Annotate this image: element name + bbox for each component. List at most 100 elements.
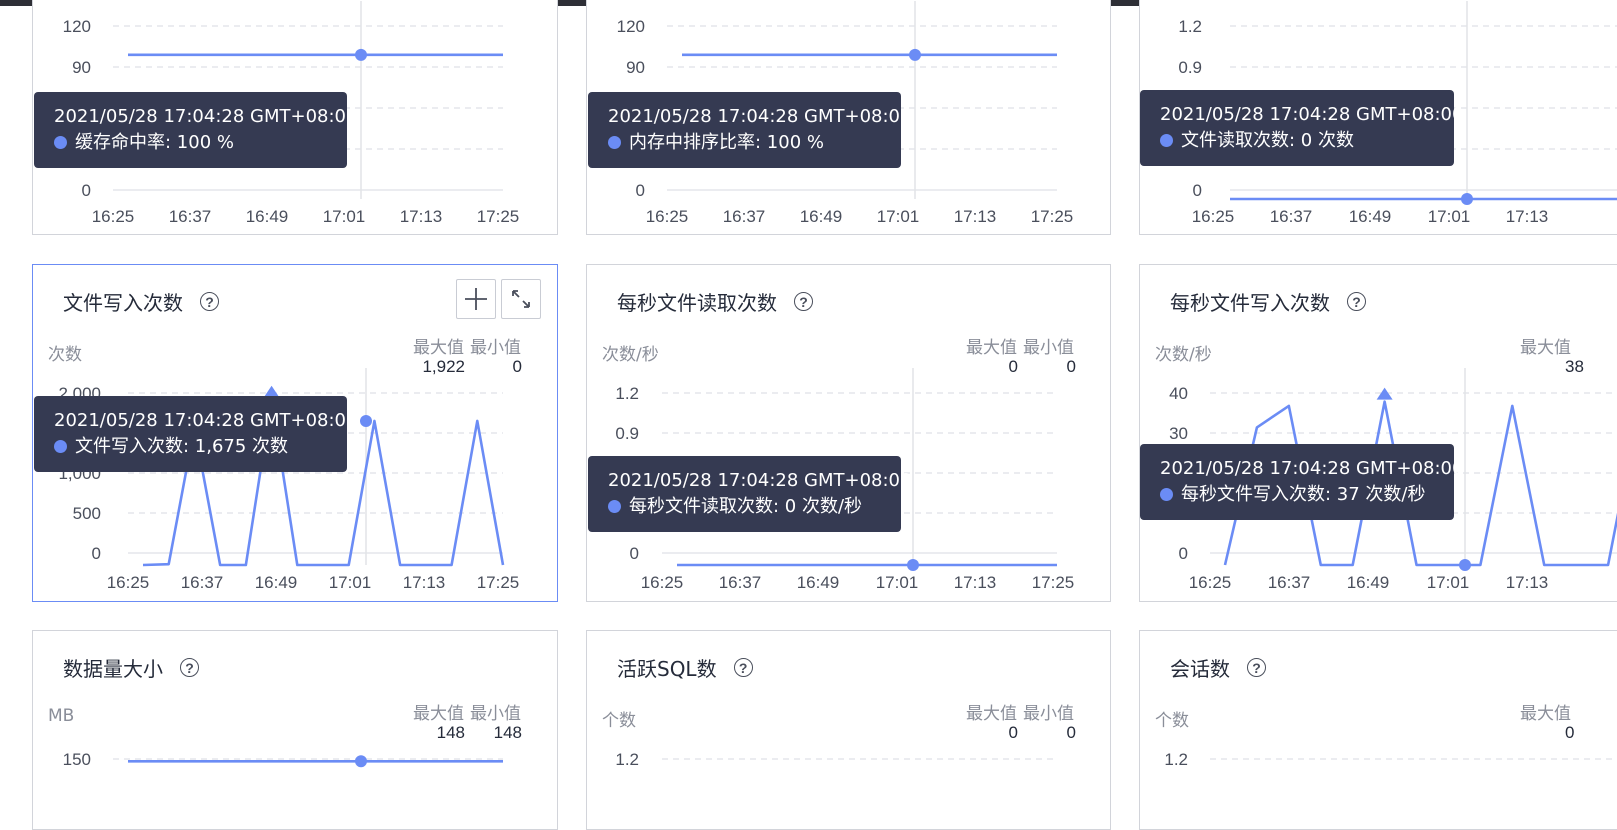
y-tick-label: 90 (72, 58, 91, 77)
x-tick-label: 16:25 (1192, 207, 1235, 226)
hover-point (1461, 193, 1473, 205)
x-tick-label: 16:25 (641, 573, 684, 592)
x-tick-label: 16:49 (1349, 207, 1392, 226)
x-tick-label: 16:25 (92, 207, 135, 226)
tooltip-series: 缓存命中率 (75, 132, 165, 153)
x-tick-label: 16:37 (169, 207, 212, 226)
series-dot-icon (54, 440, 67, 453)
x-tick-label: 17:01 (323, 207, 366, 226)
series-dot-icon (1160, 488, 1173, 501)
series-dot-icon (54, 136, 67, 149)
tooltip-time: 2021/05/28 17:04:28 GMT+08:00 (608, 106, 912, 127)
file-read-ps-chart: 1.2 0.9 016:25 16:37 16:49 17:01 17:13 17:25 (615, 368, 1075, 592)
x-tick-label: 17:25 (477, 207, 520, 226)
y-tick-label: 40 (1169, 384, 1188, 403)
chart-card-sessions[interactable]: 会话数 ? 个数 最大值 0 1.2 (1139, 630, 1617, 830)
chart-tooltip: 2021/05/28 17:04:28 GMT+08:00 内存中排序比率: 1… (588, 92, 912, 168)
chart-tooltip: 2021/05/28 17:04:28 GMT+08:00 文件写入次数: 1,… (34, 396, 358, 472)
tooltip-series: 每秒文件写入次数 (1181, 484, 1325, 505)
tooltip-time: 2021/05/28 17:04:28 GMT+08:00 (54, 410, 358, 431)
chart-tooltip: 2021/05/28 17:04:28 GMT+08:00 文件读取次数: 0 … (1140, 90, 1464, 166)
tooltip-time: 2021/05/28 17:04:28 GMT+08:00 (1160, 104, 1464, 125)
tooltip-value: 0 次数/秒 (784, 496, 863, 517)
tooltip-series: 每秒文件读取次数 (629, 496, 773, 517)
chart-card-data-size[interactable]: 数据量大小 ? MB 最大值 最小值 148 148 150 (32, 630, 558, 830)
file-write-ps-chart: 40 30 016:25 16:37 16:49 17:01 17:13 (1169, 368, 1617, 592)
x-tick-label: 16:49 (800, 207, 843, 226)
tooltip-value: 1,675 次数 (194, 436, 289, 457)
y-tick-label: 1.2 (615, 750, 639, 769)
sessions-chart: 1.2 (1164, 750, 1617, 769)
tooltip-value: 100 % (176, 132, 234, 153)
chart-card-file-read-ps[interactable]: 每秒文件读取次数 ? 次数/秒 最大值 最小值 0 0 1.2 0.9 0 16:25… (586, 264, 1111, 602)
hover-point (355, 755, 367, 768)
series-dot-icon (1160, 134, 1173, 147)
x-tick-label: 17:01 (877, 207, 920, 226)
chart-tooltip: 2021/05/28 17:04:28 GMT+08:00 缓存命中率: 100… (34, 92, 358, 168)
x-tick-label: 17:25 (477, 573, 520, 592)
tooltip-time: 2021/05/28 17:04:28 GMT+08:00 (608, 470, 912, 491)
tooltip-series: 内存中排序比率 (629, 132, 755, 153)
x-tick-label: 16:37 (1268, 573, 1311, 592)
x-tick-label: 17:01 (1427, 573, 1470, 592)
y-tick-label: 1.2 (1164, 750, 1188, 769)
chart-tooltip: 2021/05/28 17:04:28 GMT+08:00 每秒文件写入次数: … (1140, 444, 1464, 520)
y-tick-label: 120 (617, 17, 645, 36)
y-tick-label: 0.9 (615, 424, 639, 443)
data-size-chart: 150 (63, 750, 503, 769)
x-tick-label: 17:01 (1428, 207, 1471, 226)
hover-point (1459, 559, 1471, 571)
x-tick-label: 17:01 (329, 573, 372, 592)
x-tick-label: 16:25 (1189, 573, 1232, 592)
x-tick-label: 16:37 (1270, 207, 1313, 226)
x-tick-label: 17:01 (876, 573, 919, 592)
hover-point (909, 48, 921, 61)
tooltip-time: 2021/05/28 17:04:28 GMT+08:00 (1160, 458, 1464, 479)
tooltip-value: 37 次数/秒 (1336, 484, 1426, 505)
chart-card-active-sql[interactable]: 活跃SQL数 ? 个数 最大值 最小值 0 0 1.2 (586, 630, 1111, 830)
x-tick-label: 16:37 (181, 573, 224, 592)
y-tick-label: 120 (63, 17, 91, 36)
series-dot-icon (608, 136, 621, 149)
x-tick-label: 17:13 (1506, 573, 1549, 592)
x-tick-label: 16:25 (646, 207, 689, 226)
y-tick-label: 30 (1169, 424, 1188, 443)
y-tick-label: 1.2 (615, 384, 639, 403)
y-tick-label: 0 (92, 544, 101, 563)
hover-point (355, 48, 367, 61)
chart-card-file-write-ps[interactable]: 每秒文件写入次数 ? 次数/秒 最大值 38 40 30 0 16:25 16:37 16… (1139, 264, 1617, 602)
tooltip-value: 100 % (766, 132, 824, 153)
x-tick-label: 16:49 (246, 207, 289, 226)
x-tick-label: 17:25 (1032, 573, 1075, 592)
x-tick-label: 17:13 (1506, 207, 1549, 226)
y-tick-label: 0 (82, 181, 91, 200)
x-tick-label: 17:13 (954, 573, 997, 592)
y-tick-label: 0.9 (1178, 58, 1202, 77)
hover-point (360, 414, 372, 427)
series-dot-icon (608, 500, 621, 513)
x-tick-label: 16:49 (797, 573, 840, 592)
tooltip-time: 2021/05/28 17:04:28 GMT+08:00 (54, 106, 358, 127)
chart-tooltip: 2021/05/28 17:04:28 GMT+08:00 每秒文件读取次数: … (588, 456, 912, 532)
y-tick-label: 0 (636, 181, 645, 200)
y-tick-label: 90 (626, 58, 645, 77)
y-tick-label: 0 (1179, 544, 1188, 563)
y-tick-label: 1.2 (1178, 17, 1202, 36)
active-sql-chart: 1.2 (615, 750, 1057, 769)
tooltip-value: 0 次数 (1300, 130, 1354, 151)
x-tick-label: 16:49 (1347, 573, 1390, 592)
x-tick-label: 16:37 (719, 573, 762, 592)
x-tick-label: 16:25 (107, 573, 150, 592)
x-tick-label: 17:13 (403, 573, 446, 592)
tooltip-series: 文件读取次数 (1181, 130, 1289, 151)
y-tick-label: 0 (1193, 181, 1202, 200)
x-tick-label: 17:13 (954, 207, 997, 226)
y-tick-label: 500 (73, 504, 101, 523)
hover-point (907, 559, 919, 571)
x-tick-label: 17:25 (1031, 207, 1074, 226)
y-tick-label: 0 (630, 544, 639, 563)
y-tick-label: 150 (63, 750, 91, 769)
x-tick-label: 16:37 (723, 207, 766, 226)
x-tick-label: 17:13 (400, 207, 443, 226)
x-tick-label: 16:49 (255, 573, 298, 592)
